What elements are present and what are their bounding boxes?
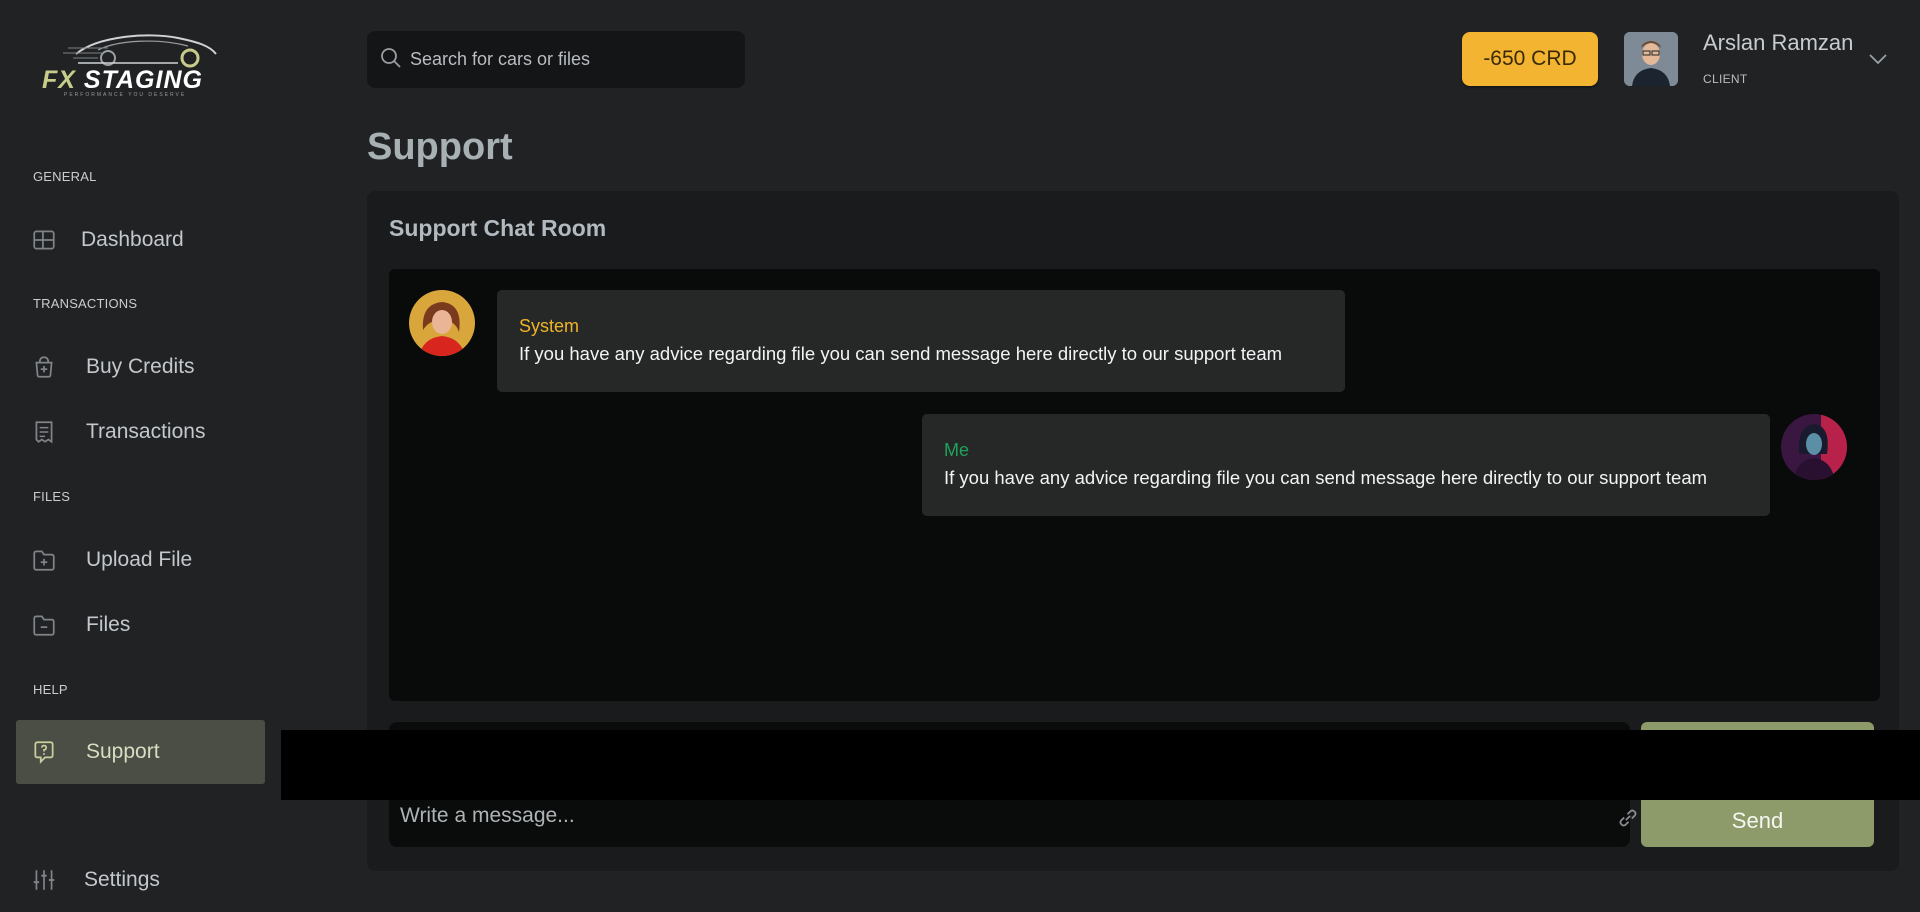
me-avatar-photo-icon — [1781, 414, 1847, 480]
sidebar: FX STAGING PERFORMANCE YOU DESERVE GENER… — [0, 0, 280, 912]
section-label-help: HELP — [33, 682, 68, 697]
cart-plus-icon — [35, 356, 53, 378]
sidebar-item-label: Files — [86, 613, 131, 636]
user-role: CLIENT — [1703, 72, 1748, 86]
section-label-files: FILES — [33, 489, 71, 504]
message-bubble-me: Me If you have any advice regarding file… — [922, 414, 1770, 516]
chat-room-title: Support Chat Room — [389, 215, 607, 241]
sliders-icon — [33, 870, 55, 890]
credits-badge[interactable]: -650 CRD — [1462, 32, 1598, 86]
message-text: If you have any advice regarding file yo… — [519, 343, 1283, 364]
overlay-strip — [281, 730, 1920, 800]
attach-link-icon[interactable] — [1615, 805, 1641, 831]
search-icon — [381, 48, 401, 68]
section-label-general: GENERAL — [33, 169, 97, 184]
section-label-transactions: TRANSACTIONS — [33, 296, 138, 311]
sidebar-item-label: Support — [86, 740, 160, 763]
sidebar-item-settings[interactable]: Settings — [16, 848, 265, 912]
search-input[interactable] — [410, 31, 730, 88]
chat-messages-area[interactable]: System If you have any advice regarding … — [389, 269, 1880, 701]
sidebar-item-buy-credits[interactable]: Buy Credits — [16, 335, 265, 399]
logo[interactable]: FX STAGING PERFORMANCE YOU DESERVE — [38, 28, 250, 98]
receipt-icon — [35, 421, 53, 444]
user-avatar[interactable] — [1624, 32, 1678, 86]
grid-icon — [33, 230, 55, 250]
search-bar[interactable] — [367, 31, 745, 88]
me-avatar — [1781, 414, 1847, 480]
sidebar-item-dashboard[interactable]: Dashboard — [16, 208, 265, 272]
user-photo-icon — [1624, 32, 1678, 86]
help-chat-icon — [34, 741, 54, 764]
folder-minus-icon — [33, 615, 55, 636]
user-name[interactable]: Arslan Ramzan — [1703, 30, 1853, 56]
sidebar-item-label: Upload File — [86, 548, 193, 571]
sidebar-item-support[interactable]: Support — [16, 720, 265, 784]
logo-wordmark: FX STAGING — [42, 66, 203, 95]
logo-fx: FX — [42, 66, 76, 94]
sidebar-item-label: Buy Credits — [86, 355, 195, 378]
sidebar-item-files[interactable]: Files — [16, 593, 265, 657]
sidebar-item-label: Dashboard — [81, 228, 184, 251]
message-text: If you have any advice regarding file yo… — [944, 467, 1708, 488]
sidebar-item-label: Transactions — [86, 420, 206, 443]
sidebar-item-transactions[interactable]: Transactions — [16, 400, 265, 464]
sidebar-item-label: Settings — [84, 868, 160, 891]
message-bubble-system: System If you have any advice regarding … — [497, 290, 1345, 392]
logo-staging: STAGING — [83, 66, 203, 94]
system-avatar — [409, 290, 475, 356]
message-input[interactable] — [400, 794, 1560, 838]
logo-tagline: PERFORMANCE YOU DESERVE — [64, 92, 187, 98]
sidebar-item-upload-file[interactable]: Upload File — [16, 528, 265, 592]
message-sender: System — [519, 316, 580, 336]
page-title: Support — [367, 126, 513, 168]
message-sender: Me — [944, 440, 970, 460]
system-avatar-photo-icon — [409, 290, 475, 356]
chevron-down-icon[interactable] — [1868, 52, 1888, 66]
folder-plus-icon — [33, 550, 55, 571]
